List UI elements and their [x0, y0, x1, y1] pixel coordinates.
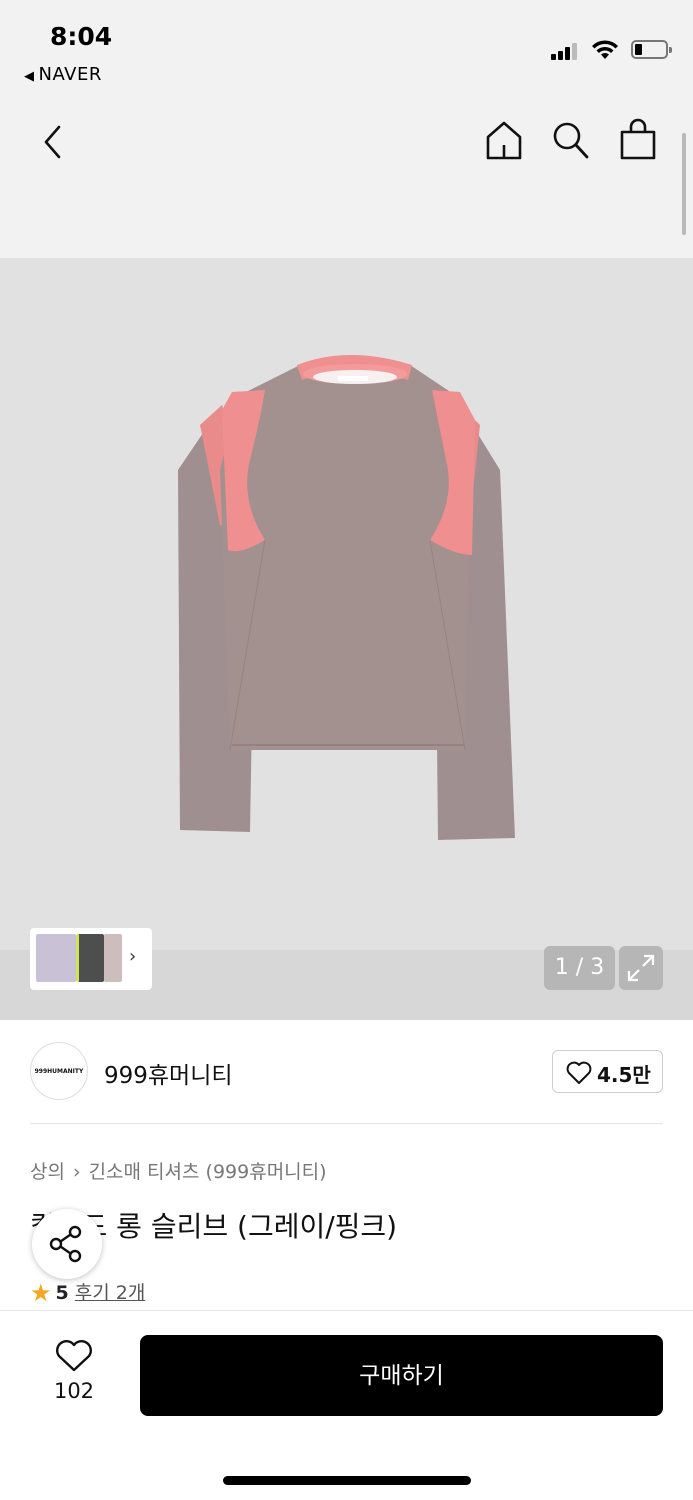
brand-like-count: 4.5만	[597, 1063, 651, 1087]
section-divider	[30, 1123, 663, 1124]
back-app-label: NAVER	[38, 64, 102, 85]
heart-icon	[566, 1061, 592, 1084]
home-indicator	[223, 1476, 471, 1485]
rating-row: ★ 5 후기 2개	[30, 1278, 145, 1307]
image-counter: 1 / 3	[544, 946, 615, 990]
bottom-action-bar: 102 구매하기	[0, 1310, 693, 1500]
thumbnail-strip[interactable]: ›	[30, 928, 152, 990]
thumbnail-next-icon[interactable]: ›	[129, 946, 136, 967]
thumbnail-grey-pink[interactable]	[36, 934, 76, 982]
expand-image-button[interactable]	[619, 946, 663, 990]
back-arrow-icon[interactable]	[38, 122, 68, 162]
page-scrollbar[interactable]	[682, 133, 686, 235]
status-bar: 8:04 ◀ NAVER	[0, 0, 693, 100]
thumbnail-charcoal-lime[interactable]	[76, 934, 104, 982]
heart-outline-icon	[56, 1340, 92, 1372]
share-icon	[49, 1225, 82, 1263]
wishlist-count: 102	[53, 1379, 95, 1403]
reviews-link[interactable]: 후기 2개	[75, 1282, 146, 1304]
product-image	[178, 355, 515, 840]
thumbnail-mauve[interactable]	[104, 934, 122, 982]
brand-like-button[interactable]: 4.5만	[552, 1050, 663, 1093]
rating-score: 5	[55, 1282, 69, 1304]
buy-button[interactable]: 구매하기	[140, 1335, 663, 1416]
breadcrumb-chevron-icon: ›	[72, 1161, 81, 1183]
breadcrumb: 상의 › 긴소매 티셔츠 (999휴머니티)	[30, 1157, 327, 1184]
product-page: 8:04 ◀ NAVER › 1 / 3 999HUMANITY 999휴머니티…	[0, 0, 693, 1500]
home-icon[interactable]	[484, 120, 524, 160]
cellular-signal-icon	[551, 42, 581, 60]
top-nav-bar	[0, 100, 693, 258]
expand-icon	[627, 954, 655, 982]
brand-name[interactable]: 999휴머니티	[104, 1056, 233, 1090]
back-to-app-link[interactable]: ◀ NAVER	[24, 64, 102, 85]
share-button[interactable]	[32, 1209, 102, 1279]
brand-logo[interactable]: 999HUMANITY	[30, 1042, 88, 1100]
breadcrumb-category[interactable]: 상의	[30, 1161, 65, 1183]
back-triangle-icon: ◀	[24, 69, 35, 84]
wishlist-button[interactable]: 102	[40, 1339, 108, 1403]
status-time: 8:04	[50, 22, 113, 51]
star-icon: ★	[30, 1279, 52, 1307]
wifi-icon	[592, 40, 618, 59]
breadcrumb-subcategory[interactable]: 긴소매 티셔츠 (999휴머니티)	[89, 1161, 327, 1183]
search-icon[interactable]	[550, 120, 590, 160]
battery-icon	[631, 40, 672, 59]
product-image-gallery[interactable]: › 1 / 3	[0, 258, 693, 1020]
shopping-bag-icon[interactable]	[618, 118, 658, 160]
